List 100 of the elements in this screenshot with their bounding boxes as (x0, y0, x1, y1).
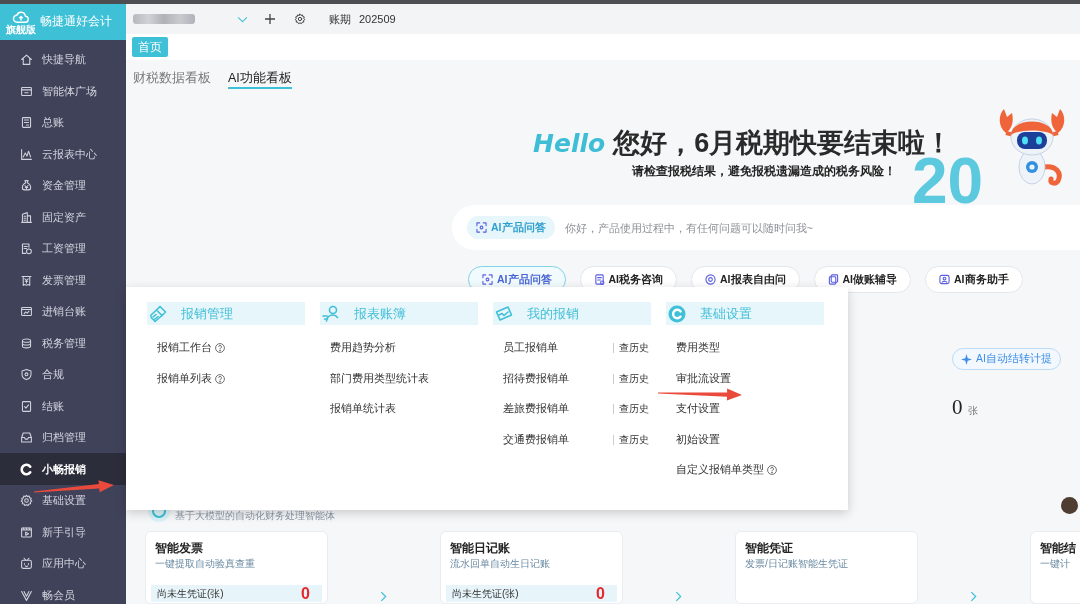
sparkle-icon (961, 353, 972, 365)
menu-item[interactable]: 审批流设置 (676, 371, 731, 386)
section-title: 我的报销 (527, 304, 579, 323)
agent-card[interactable]: 智能日记账 流水回单自动生日记账 尚未生凭证(张) 0 (440, 531, 623, 604)
menu-item[interactable]: 交通费报销单 (503, 432, 569, 447)
c-logo-icon (20, 462, 33, 476)
hero-subtitle: 请检查报税结果，避免报税遗漏造成的税务风险！ (632, 164, 896, 178)
v-logo-icon (20, 588, 33, 602)
menu-item[interactable]: 报销单列表 (157, 371, 225, 386)
section-title: 基础设置 (700, 304, 752, 323)
person-card-icon (939, 274, 950, 285)
card-subtitle: 流水回单自动生日记账 (450, 558, 551, 570)
agent-card[interactable]: 智能发票 一键提取自动验真查重 尚未生凭证(张) 0 (145, 531, 328, 604)
card-subtitle: 一键提取自动验真查重 (155, 558, 256, 570)
sidebar-item[interactable]: 智能体广场 (0, 75, 126, 107)
stat-label: 尚未生凭证(张) (157, 586, 224, 601)
sidebar-item[interactable]: 税务管理 (0, 327, 126, 359)
sidebar-item[interactable]: 新手引导 (0, 516, 126, 548)
menu-item[interactable]: 初始设置 (676, 432, 720, 447)
sidebar-item[interactable]: 固定资产 (0, 201, 126, 233)
documents-icon (827, 274, 839, 285)
building-icon (20, 210, 33, 224)
chevron-right-icon[interactable] (380, 591, 387, 602)
menu-item[interactable]: 招待费报销单 (503, 371, 569, 386)
chevron-down-icon[interactable] (237, 15, 248, 23)
agent-card[interactable]: 智能结 一键计 (1030, 531, 1080, 604)
blurred-name-block (133, 14, 195, 24)
sidebar-item[interactable]: 发票管理 (0, 264, 126, 296)
stat-value: 0 (596, 585, 605, 602)
history-link[interactable]: 查历史 (619, 341, 649, 356)
assistant-tab[interactable]: AI商务助手 (925, 266, 1023, 293)
sidebar-item[interactable]: 基础设置 (0, 484, 126, 517)
menu-item[interactable]: 报销工作台 (157, 341, 225, 356)
count-unit: 张 (967, 404, 978, 418)
sidebar-item[interactable]: 归档管理 (0, 421, 126, 454)
menu-item[interactable]: 费用类型 (676, 341, 720, 356)
menu-item[interactable]: 费用趋势分析 (330, 341, 396, 356)
card-subtitle: 一键计 (1040, 558, 1071, 570)
target-icon (705, 274, 716, 285)
sidebar-item[interactable]: 畅会员 (0, 579, 126, 604)
card-chart-icon (494, 303, 514, 324)
count-value: 0 (952, 396, 963, 418)
chevron-right-icon[interactable] (675, 591, 682, 602)
ticket-icon (148, 303, 168, 324)
board-tab[interactable]: AI功能看板 (228, 70, 292, 89)
home-icon (20, 53, 33, 66)
cloud-logo-icon (12, 9, 30, 24)
menu-item[interactable]: 员工报销单 (503, 341, 558, 356)
year-numerals: 20 (912, 157, 984, 205)
money-bag-icon (20, 179, 33, 192)
card-subtitle: 发票/日记账智能生凭证 (745, 558, 849, 570)
play-video-icon (20, 525, 33, 539)
section-title: 报销管理 (181, 304, 233, 323)
menu-item[interactable]: 报销单统计表 (330, 402, 396, 417)
sidebar-item[interactable]: 进销台账 (0, 295, 126, 328)
line-chart-icon (20, 147, 33, 161)
period-label: 账期 (329, 11, 351, 27)
period-value[interactable]: 202509 (359, 13, 396, 25)
tv-face-icon (20, 557, 33, 570)
section-title: 报表账簿 (354, 304, 406, 323)
card-title: 智能日记账 (450, 541, 511, 555)
stat-value: 0 (301, 585, 310, 602)
agent-card[interactable]: 智能凭证 发票/日记账智能生凭证 (735, 531, 918, 604)
c-circle-icon (667, 303, 687, 324)
chevron-right-icon[interactable] (970, 591, 977, 602)
history-link[interactable]: 查历史 (619, 402, 649, 417)
menu-item[interactable]: 自定义报销单类型 (676, 463, 777, 478)
assistant-tab[interactable]: AI做账辅导 (813, 266, 911, 293)
shield-icon (20, 368, 33, 381)
menu-item[interactable]: 支付设置 (676, 402, 720, 417)
menu-item[interactable]: 部门费用类型统计表 (330, 371, 429, 386)
tray-icon (20, 431, 33, 444)
history-link[interactable]: 查历史 (619, 371, 649, 386)
sidebar-item[interactable]: 小畅报销 (0, 453, 126, 485)
sidebar-item[interactable]: 工资管理 (0, 232, 126, 265)
sidebar-item[interactable]: 快捷导航 (0, 43, 126, 76)
sidebar-item[interactable]: 总账 (0, 106, 126, 139)
document-coin-icon (20, 242, 33, 255)
document-icon (593, 274, 605, 285)
monitor-chart-icon (20, 305, 33, 318)
board-tab[interactable]: 财税数据看板 (133, 70, 211, 89)
history-link[interactable]: 查历史 (619, 432, 649, 447)
plus-icon[interactable] (265, 14, 275, 24)
avatar-placeholder[interactable] (1061, 497, 1078, 514)
sidebar-item[interactable]: 资金管理 (0, 169, 126, 202)
sidebar-item[interactable]: 合规 (0, 358, 126, 391)
menu-item[interactable]: 差旅费报销单 (503, 402, 569, 417)
stat-label: 尚未生凭证(张) (452, 586, 519, 601)
hello-greeting: Hello (533, 129, 606, 159)
sidebar-item[interactable]: 应用中心 (0, 547, 126, 580)
app-name: 畅捷通好会计 (40, 12, 112, 30)
coin-stack-icon (20, 336, 33, 350)
section-subtitle: 基于大模型的自动化财务处理智能体 (175, 511, 335, 521)
card-title: 智能结 (1040, 541, 1077, 555)
scan-frame-icon (482, 274, 493, 285)
sidebar-item[interactable]: 结账 (0, 390, 126, 422)
person-icon (321, 303, 341, 324)
sidebar-item[interactable]: 云报表中心 (0, 138, 126, 170)
settings-icon[interactable] (294, 13, 306, 25)
scan-frame-icon (476, 222, 487, 233)
